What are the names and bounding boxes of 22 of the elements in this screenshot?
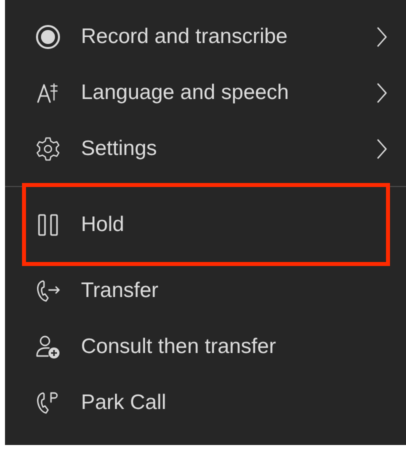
menu-item[interactable]: Consult then transfer — [5, 319, 406, 375]
menu-item[interactable]: Park Call — [5, 375, 406, 431]
settings-icon — [35, 136, 61, 162]
menu-item-label: Hold — [81, 212, 126, 238]
chevron-right-icon — [376, 26, 388, 48]
menu-item[interactable]: Language and speech — [5, 65, 406, 121]
menu-item-label: Park Call — [81, 390, 168, 416]
chevron-right-icon — [376, 138, 388, 160]
pause-icon — [35, 212, 61, 238]
menu-item-label: Consult then transfer — [81, 334, 277, 360]
menu-item-label: Language and speech — [81, 80, 290, 106]
person-add-icon — [35, 334, 61, 360]
menu-item[interactable]: Record and transcribe — [5, 9, 406, 65]
menu-item[interactable]: Transfer — [5, 263, 406, 319]
phone-arrow-icon — [35, 278, 61, 304]
menu-item[interactable]: Settings — [5, 121, 406, 177]
menu-item-label: Settings — [81, 136, 158, 162]
menu-item[interactable]: Hold — [22, 183, 390, 266]
chevron-right-icon — [376, 82, 388, 104]
menu-item-label: Record and transcribe — [81, 24, 289, 50]
menu-item-label: Transfer — [81, 278, 160, 304]
record-icon — [35, 24, 61, 50]
